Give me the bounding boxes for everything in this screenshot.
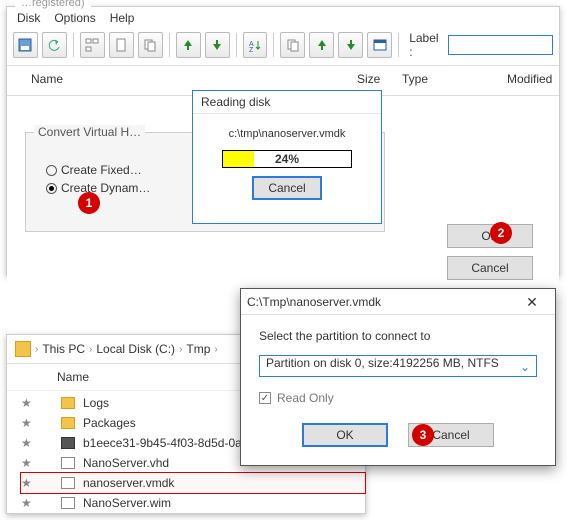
pin-icon: ★ (21, 456, 31, 470)
radio-dynamic-label: Create Dynam… (61, 181, 150, 195)
toolbar: AZ Label : (7, 29, 559, 66)
file-label: NanoServer.vhd (83, 456, 169, 470)
col-type[interactable]: Type (402, 72, 428, 86)
cancel-button[interactable]: Cancel (447, 256, 533, 280)
crumb-localdisk[interactable]: Local Disk (C:) (96, 342, 175, 356)
col-name[interactable]: Name (31, 72, 63, 86)
partition-message: Select the partition to connect to (259, 329, 537, 343)
crumb-tmp[interactable]: Tmp (186, 342, 210, 356)
file-label: NanoServer.wim (83, 496, 171, 510)
checkbox-icon: ✓ (259, 392, 271, 404)
list-item[interactable]: ★ nanoserver.vmdk (21, 473, 365, 493)
save-icon[interactable] (13, 32, 38, 58)
file-icon (61, 477, 75, 489)
menu-disk[interactable]: Disk (17, 11, 40, 25)
progress-bar: 24% (222, 150, 352, 168)
reading-disk-path: c:\tmp\nanoserver.vmdk (193, 128, 381, 140)
disk-icon (61, 437, 75, 449)
arrow-up-icon[interactable] (176, 32, 201, 58)
radio-dynamic[interactable]: Create Dynam… (46, 181, 150, 195)
menu-help[interactable]: Help (110, 11, 135, 25)
doc-icon[interactable] (109, 32, 134, 58)
app-title: …registered) (15, 0, 91, 9)
list-item[interactable]: ★ NanoServer.wim (21, 493, 365, 513)
undo-icon[interactable] (42, 32, 67, 58)
col-size[interactable]: Size (357, 72, 380, 86)
copy2-icon[interactable] (280, 32, 305, 58)
file-label: Logs (83, 396, 109, 410)
crumb-thispc[interactable]: This PC (42, 342, 85, 356)
radio-fixed-label: Create Fixed… (61, 163, 142, 177)
label-label: Label : (409, 31, 443, 59)
chevron-right-icon: › (35, 344, 38, 355)
pin-icon: ★ (21, 416, 31, 430)
readonly-checkbox[interactable]: ✓ Read Only (259, 391, 537, 405)
pin-icon: ★ (21, 396, 31, 410)
calendar-icon[interactable] (367, 32, 392, 58)
partition-ok-button[interactable]: OK (302, 423, 388, 447)
col-modified[interactable]: Modified (507, 72, 552, 86)
radio-fixed[interactable]: Create Fixed… (46, 163, 150, 177)
readonly-label: Read Only (277, 391, 334, 405)
pin-icon: ★ (21, 476, 31, 490)
file-icon (61, 457, 75, 469)
marker-3: 3 (412, 424, 434, 446)
reading-cancel-button[interactable]: Cancel (252, 176, 322, 200)
copy-icon[interactable] (138, 32, 163, 58)
reading-disk-title: Reading disk (193, 91, 381, 114)
pin-icon: ★ (21, 496, 31, 510)
tree-icon[interactable] (80, 32, 105, 58)
folder-icon (61, 417, 75, 429)
chevron-right-icon: › (89, 344, 92, 355)
label-input[interactable] (448, 35, 553, 55)
folder-icon (61, 397, 75, 409)
chevron-right-icon: › (214, 344, 217, 355)
partition-dialog: C:\Tmp\nanoserver.vmdk ✕ Select the part… (240, 288, 556, 466)
menu-options[interactable]: Options (54, 11, 95, 25)
chevron-right-icon: › (179, 344, 182, 355)
file-label: nanoserver.vmdk (83, 476, 174, 490)
marker-1: 1 (78, 192, 100, 214)
file-icon (61, 497, 75, 509)
folder-icon (15, 341, 31, 357)
group-title: Convert Virtual H… (34, 125, 145, 139)
svg-text:Z: Z (249, 47, 254, 52)
close-icon[interactable]: ✕ (515, 289, 549, 315)
progress-percent: 24% (223, 151, 351, 167)
menubar: Disk Options Help (7, 7, 559, 29)
partition-dialog-title: C:\Tmp\nanoserver.vmdk (247, 295, 381, 309)
partition-combo[interactable]: Partition on disk 0, size:4192256 MB, NT… (259, 355, 537, 377)
chevron-down-icon: ⌄ (520, 360, 530, 374)
sort-az-icon[interactable]: AZ (243, 32, 268, 58)
pin-icon: ★ (21, 436, 31, 450)
marker-2: 2 (490, 222, 512, 244)
partition-selected: Partition on disk 0, size:4192256 MB, NT… (266, 356, 499, 370)
reading-disk-dialog: Reading disk c:\tmp\nanoserver.vmdk 24% … (192, 90, 382, 224)
arrow-up2-icon[interactable] (309, 32, 334, 58)
arrow-down2-icon[interactable] (338, 32, 363, 58)
file-label: Packages (83, 416, 136, 430)
arrow-down-icon[interactable] (205, 32, 230, 58)
